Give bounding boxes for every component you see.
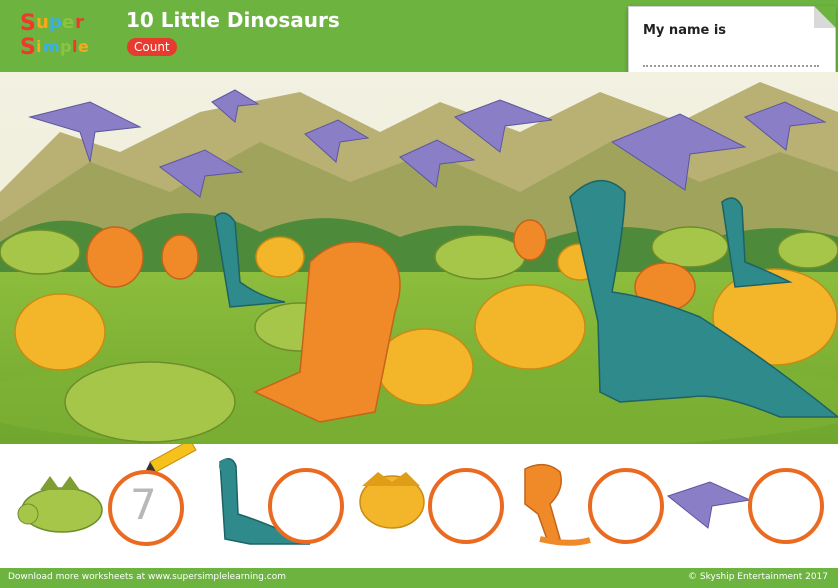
svg-text:e: e xyxy=(62,12,74,33)
name-label: My name is xyxy=(643,23,727,38)
dinosaur-scene xyxy=(0,72,838,444)
answer-circle-triceratops[interactable] xyxy=(428,468,504,544)
answer-circle-t-rex[interactable] xyxy=(588,468,664,544)
super-simple-logo: S u p e r S i m p l e xyxy=(18,8,108,60)
logo-graphic: S u p e r S i m p l e xyxy=(20,11,89,60)
stegosaurus-icon xyxy=(17,476,103,533)
answer-circle-pterodactyl[interactable] xyxy=(748,468,824,544)
scene-illustration xyxy=(0,72,838,444)
svg-text:p: p xyxy=(49,12,62,33)
footer-copyright: © Skyship Entertainment 2017 xyxy=(688,572,828,582)
svg-text:i: i xyxy=(36,37,41,56)
svg-text:r: r xyxy=(75,12,84,33)
answer-circle-brachiosaurus[interactable] xyxy=(268,468,344,544)
t-rex-icon xyxy=(524,463,591,546)
name-write-line[interactable] xyxy=(643,65,819,67)
svg-text:e: e xyxy=(78,37,89,56)
count-badge: Count xyxy=(127,38,177,56)
svg-text:S: S xyxy=(20,35,36,58)
triceratops-icon xyxy=(359,472,425,529)
answer-row: 7 xyxy=(0,444,838,568)
page-fold xyxy=(814,6,836,28)
svg-text:S: S xyxy=(20,11,36,36)
svg-text:m: m xyxy=(43,37,60,56)
pterodactyl-icon xyxy=(666,481,752,529)
example-answer-digit: 7 xyxy=(130,480,157,529)
footer-bar: Download more worksheets at www.supersim… xyxy=(0,568,838,588)
svg-text:u: u xyxy=(36,12,49,33)
footer-website-text[interactable]: Download more worksheets at www.supersim… xyxy=(8,572,286,582)
worksheet-title: 10 Little Dinosaurs xyxy=(126,8,340,32)
svg-text:l: l xyxy=(72,37,77,56)
svg-text:p: p xyxy=(60,37,71,56)
